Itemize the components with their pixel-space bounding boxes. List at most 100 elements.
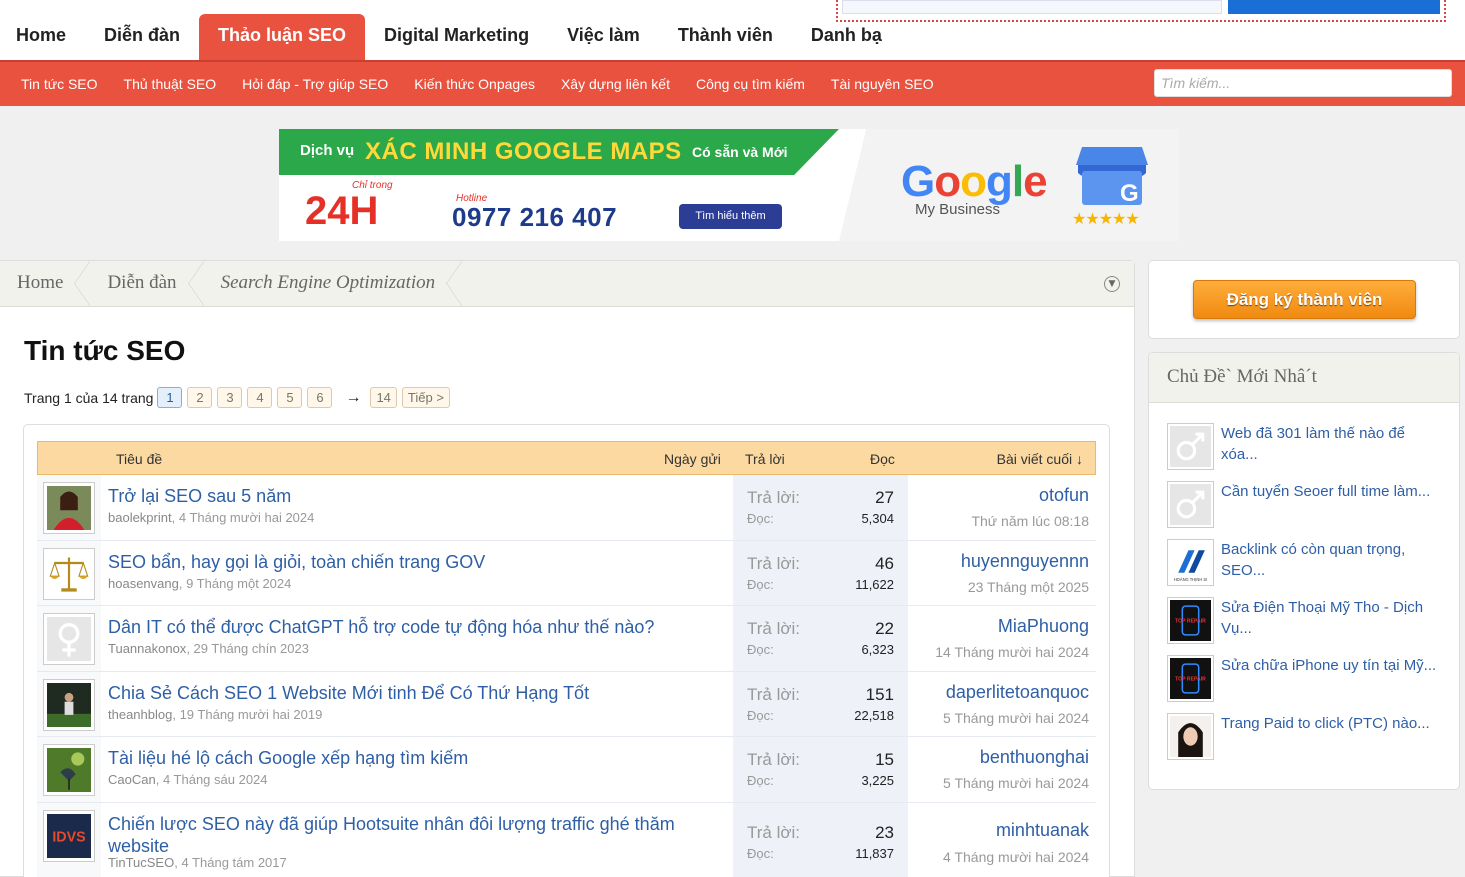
- last-post-user[interactable]: daperlitetoanquoc: [946, 682, 1089, 703]
- thread-date[interactable]: 4 Tháng sáu 2024: [163, 772, 268, 787]
- list-item[interactable]: Web đã 301 làm thế nào để xóa...: [1167, 423, 1452, 481]
- col-date[interactable]: Ngày gửi: [664, 451, 721, 467]
- table-row[interactable]: IDVS Chiến lược SEO này đã giúp Hootsuite…: [37, 802, 1096, 877]
- thread-date[interactable]: 19 Tháng mười hai 2019: [180, 707, 323, 722]
- thread-rows: Trở lại SEO sau 5 năm baolekprint, 4 Thán…: [37, 475, 1096, 877]
- list-item[interactable]: HOÀNG THỊNH SI Backlink có còn quan trọng…: [1167, 539, 1452, 597]
- recent-thread-link[interactable]: Sửa Điện Thoại Mỹ Tho - Dịch Vụ...: [1221, 597, 1441, 639]
- last-post-date[interactable]: 23 Tháng một 2025: [968, 579, 1089, 595]
- thread-author[interactable]: theanhblog: [108, 707, 172, 722]
- thread-author[interactable]: baolekprint: [108, 510, 172, 525]
- avatar-woman-red[interactable]: [43, 482, 95, 534]
- thread-date[interactable]: 9 Tháng một 2024: [186, 576, 291, 591]
- list-item[interactable]: Trang Paid to click (PTC) nào...: [1167, 713, 1452, 771]
- subnav-onpage[interactable]: Kiến thức Onpages: [401, 62, 548, 106]
- page-5[interactable]: 5: [277, 387, 303, 408]
- last-post-user[interactable]: benthuonghai: [980, 747, 1089, 768]
- subnav-seo-tips[interactable]: Thủ thuật SEO: [111, 62, 230, 106]
- tab-forums[interactable]: Diễn đàn: [85, 14, 199, 60]
- scales-icon[interactable]: [43, 547, 95, 600]
- table-row[interactable]: Trở lại SEO sau 5 năm baolekprint, 4 Thán…: [37, 475, 1096, 541]
- recent-thread-link[interactable]: Trang Paid to click (PTC) nào...: [1221, 713, 1441, 734]
- last-post-date[interactable]: 4 Tháng mười hai 2024: [943, 849, 1089, 865]
- col-replies[interactable]: Trả lời: [745, 451, 785, 467]
- list-item[interactable]: Cần tuyển Seoer full time làm...: [1167, 481, 1452, 539]
- female-default-icon[interactable]: [43, 613, 95, 665]
- last-post-user[interactable]: otofun: [1039, 485, 1089, 506]
- last-post-date[interactable]: Thứ năm lúc 08:18: [971, 513, 1089, 529]
- thread-date[interactable]: 29 Tháng chín 2023: [194, 641, 309, 656]
- thread-title-link[interactable]: Chia Sẻ Cách SEO 1 Website Mới tinh Để C…: [108, 682, 718, 704]
- page-3[interactable]: 3: [217, 387, 243, 408]
- recent-thread-link[interactable]: Cần tuyển Seoer full time làm...: [1221, 481, 1441, 502]
- male-default-icon[interactable]: [1167, 481, 1214, 528]
- recent-thread-link[interactable]: Web đã 301 làm thế nào để xóa...: [1221, 423, 1441, 465]
- last-post-user[interactable]: MiaPhuong: [998, 616, 1089, 637]
- subnav-seo-news[interactable]: Tin tức SEO: [8, 62, 111, 106]
- banner-phone: 0977 216 407: [452, 202, 618, 232]
- thread-author[interactable]: CaoCan: [108, 772, 156, 787]
- subnav-seo-resources[interactable]: Tài nguyên SEO: [818, 62, 947, 106]
- page-2[interactable]: 2: [187, 387, 213, 408]
- recent-thread-link[interactable]: Backlink có còn quan trọng, SEO...: [1221, 539, 1441, 581]
- table-row[interactable]: Dân IT có thể được ChatGPT hỗ trợ code t…: [37, 606, 1096, 672]
- page-last[interactable]: 14: [370, 387, 397, 408]
- banner-learn-more-button[interactable]: Tìm hiểu thêm: [679, 204, 782, 229]
- avatar-bird[interactable]: [43, 744, 95, 796]
- col-last-post[interactable]: Bài viết cuối ↓: [997, 451, 1083, 467]
- list-item[interactable]: TOP REPAIR Sửa chữa iPhone uy tín tại Mỹ.…: [1167, 655, 1452, 713]
- thread-title-link[interactable]: Chiến lược SEO này đã giúp Hootsuite nhâ…: [108, 813, 718, 857]
- thread-author[interactable]: TinTucSEO: [108, 855, 174, 870]
- thread-title-link[interactable]: Trở lại SEO sau 5 năm: [108, 485, 718, 507]
- table-row[interactable]: Tài liệu hé lộ cách Google xếp hạng tìm …: [37, 737, 1096, 803]
- tab-home[interactable]: Home: [0, 14, 85, 60]
- thread-date[interactable]: 4 Tháng tám 2017: [181, 855, 286, 870]
- thread-title-link[interactable]: Tài liệu hé lộ cách Google xếp hạng tìm …: [108, 747, 718, 769]
- page-1[interactable]: 1: [157, 387, 183, 408]
- table-row[interactable]: Chia Sẻ Cách SEO 1 Website Mới tinh Để C…: [37, 671, 1096, 737]
- tab-jobs[interactable]: Việc làm: [548, 14, 659, 60]
- views-count: 11,622: [855, 576, 894, 592]
- thread-title-link[interactable]: Dân IT có thể được ChatGPT hỗ trợ code t…: [108, 616, 718, 638]
- page-6[interactable]: 6: [307, 387, 333, 408]
- idvs-logo[interactable]: IDVS: [43, 809, 95, 862]
- last-post-user[interactable]: huyennguyennn: [961, 551, 1089, 572]
- top-ad-banner[interactable]: [836, 0, 1446, 22]
- thread-author[interactable]: Tuannakonox: [108, 641, 186, 656]
- last-post-date[interactable]: 5 Tháng mười hai 2024: [943, 710, 1089, 726]
- last-post-date[interactable]: 5 Tháng mười hai 2024: [943, 775, 1089, 791]
- subnav-search-engines[interactable]: Công cụ tìm kiếm: [683, 62, 818, 106]
- recent-thread-link[interactable]: Sửa chữa iPhone uy tín tại Mỹ...: [1221, 655, 1441, 676]
- search-input[interactable]: [1154, 69, 1452, 97]
- col-title[interactable]: Tiêu đề: [116, 451, 162, 467]
- next-page-button[interactable]: Tiếp >: [401, 387, 450, 408]
- avatar-woman-face[interactable]: [1167, 713, 1214, 760]
- replies-count: 27: [875, 488, 894, 507]
- thread-date[interactable]: 4 Tháng mười hai 2024: [179, 510, 315, 525]
- tab-members[interactable]: Thành viên: [659, 14, 792, 60]
- top-repair-logo[interactable]: TOP REPAIR: [1167, 597, 1214, 644]
- register-button[interactable]: Đăng ký thành viên: [1193, 280, 1416, 319]
- list-item[interactable]: TOP REPAIR Sửa Điện Thoại Mỹ Tho - Dịch V…: [1167, 597, 1452, 655]
- page-4[interactable]: 4: [247, 387, 273, 408]
- last-post-user[interactable]: minhtuanak: [996, 820, 1089, 841]
- tab-digital-marketing[interactable]: Digital Marketing: [365, 14, 548, 60]
- thread-title-link[interactable]: SEO bẩn, hay gọi là giỏi, toàn chiến tra…: [108, 551, 718, 573]
- avatar-night-person[interactable]: [43, 678, 95, 731]
- top-repair-logo[interactable]: TOP REPAIR: [1167, 655, 1214, 702]
- breadcrumb-seo[interactable]: Search Engine Optimization: [204, 261, 463, 306]
- subnav-link-building[interactable]: Xây dựng liên kết: [548, 62, 683, 106]
- tab-seo-discussion[interactable]: Thảo luận SEO: [199, 14, 366, 60]
- thread-author[interactable]: hoasenvang: [108, 576, 179, 591]
- breadcrumb-home[interactable]: Home: [0, 261, 91, 306]
- replies-label: Trả lời:: [747, 684, 801, 704]
- table-row[interactable]: SEO bẩn, hay gọi là giỏi, toàn chiến tra…: [37, 540, 1096, 606]
- hoang-thinh-logo[interactable]: HOÀNG THỊNH SI: [1167, 539, 1214, 586]
- breadcrumb-forums[interactable]: Diễn đàn: [90, 261, 204, 306]
- subnav-seo-help[interactable]: Hỏi đáp - Trợ giúp SEO: [229, 62, 401, 106]
- ad-banner[interactable]: Dịch vụ XÁC MINH GOOGLE MAPS Có sẵn và M…: [279, 129, 1179, 241]
- male-default-icon[interactable]: [1167, 423, 1214, 470]
- col-views[interactable]: Đọc: [870, 451, 895, 467]
- last-post-date[interactable]: 14 Tháng mười hai 2024: [935, 644, 1089, 660]
- chevron-down-icon[interactable]: ▼: [1104, 276, 1120, 292]
